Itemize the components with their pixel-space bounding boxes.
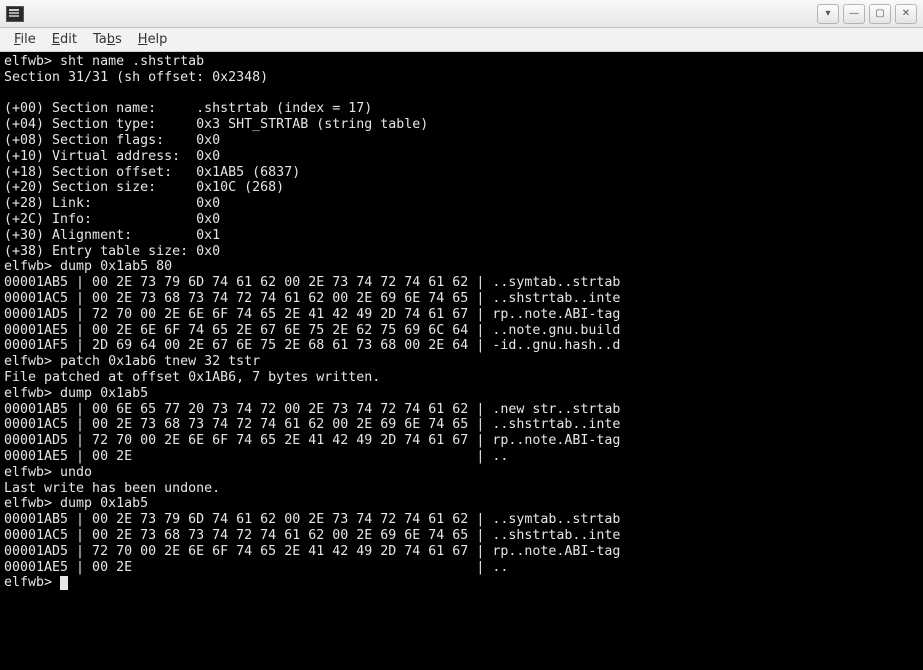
terminal-line: (+38) Entry table size: 0x0 bbox=[4, 244, 220, 259]
terminal-line: 00001AE5 | 00 2E | .. bbox=[4, 449, 508, 464]
terminal-line: 00001AE5 | 00 2E 6E 6F 74 65 2E 67 6E 75… bbox=[4, 323, 620, 338]
terminal-line: (+18) Section offset: 0x1AB5 (6837) bbox=[4, 165, 300, 180]
menu-help[interactable]: Help bbox=[130, 30, 176, 49]
menubar: File Edit Tabs Help bbox=[0, 28, 923, 52]
terminal-line: (+08) Section flags: 0x0 bbox=[4, 133, 220, 148]
terminal-line: 00001AC5 | 00 2E 73 68 73 74 72 74 61 62… bbox=[4, 291, 620, 306]
menu-tabs-underline: b bbox=[107, 32, 115, 47]
window-titlebar[interactable]: ▾ — ▢ ✕ bbox=[0, 0, 923, 28]
terminal-line: elfwb> sht name .shstrtab bbox=[4, 54, 204, 69]
terminal-line: 00001AB5 | 00 2E 73 79 6D 74 61 62 00 2E… bbox=[4, 512, 620, 527]
terminal-line: (+04) Section type: 0x3 SHT_STRTAB (stri… bbox=[4, 117, 428, 132]
terminal-output[interactable]: elfwb> sht name .shstrtab Section 31/31 … bbox=[0, 52, 923, 670]
window-maximize-button[interactable]: ▢ bbox=[869, 4, 891, 24]
terminal-line: 00001AC5 | 00 2E 73 68 73 74 72 74 61 62… bbox=[4, 417, 620, 432]
terminal-line: (+10) Virtual address: 0x0 bbox=[4, 149, 220, 164]
window-dropdown-button[interactable]: ▾ bbox=[817, 4, 839, 24]
terminal-line: (+20) Section size: 0x10C (268) bbox=[4, 180, 284, 195]
terminal-line: 00001AB5 | 00 6E 65 77 20 73 74 72 00 2E… bbox=[4, 402, 620, 417]
window-minimize-button[interactable]: — bbox=[843, 4, 865, 24]
terminal-line: 00001AE5 | 00 2E | .. bbox=[4, 560, 508, 575]
window-controls: ▾ — ▢ ✕ bbox=[817, 4, 917, 24]
terminal-line: 00001AF5 | 2D 69 64 00 2E 67 6E 75 2E 68… bbox=[4, 338, 620, 353]
terminal-line: elfwb> bbox=[4, 575, 60, 590]
terminal-line: 00001AB5 | 00 2E 73 79 6D 74 61 62 00 2E… bbox=[4, 275, 620, 290]
terminal-line: elfwb> undo bbox=[4, 465, 92, 480]
menu-edit[interactable]: Edit bbox=[44, 30, 85, 49]
terminal-line: (+30) Alignment: 0x1 bbox=[4, 228, 220, 243]
terminal-line: elfwb> dump 0x1ab5 bbox=[4, 386, 148, 401]
menu-tabs-pre: Ta bbox=[93, 32, 107, 47]
terminal-line: (+00) Section name: .shstrtab (index = 1… bbox=[4, 101, 372, 116]
terminal-line: 00001AD5 | 72 70 00 2E 6E 6F 74 65 2E 41… bbox=[4, 544, 620, 559]
terminal-line: 00001AD5 | 72 70 00 2E 6E 6F 74 65 2E 41… bbox=[4, 307, 620, 322]
terminal-line: 00001AC5 | 00 2E 73 68 73 74 72 74 61 62… bbox=[4, 528, 620, 543]
terminal-icon bbox=[6, 6, 24, 22]
terminal-line: (+28) Link: 0x0 bbox=[4, 196, 220, 211]
menu-edit-rest: dit bbox=[60, 32, 77, 47]
terminal-line: elfwb> dump 0x1ab5 80 bbox=[4, 259, 172, 274]
terminal-line: Section 31/31 (sh offset: 0x2348) bbox=[4, 70, 268, 85]
window-close-button[interactable]: ✕ bbox=[895, 4, 917, 24]
terminal-cursor bbox=[60, 576, 68, 590]
terminal-line: File patched at offset 0x1AB6, 7 bytes w… bbox=[4, 370, 380, 385]
menu-help-rest: elp bbox=[148, 32, 168, 47]
menu-edit-underline: E bbox=[52, 32, 60, 47]
terminal-line: elfwb> patch 0x1ab6 tnew 32 tstr bbox=[4, 354, 260, 369]
menu-file[interactable]: File bbox=[6, 30, 44, 49]
terminal-line: elfwb> dump 0x1ab5 bbox=[4, 496, 148, 511]
terminal-line: (+2C) Info: 0x0 bbox=[4, 212, 220, 227]
menu-tabs-rest: s bbox=[115, 32, 122, 47]
terminal-line: 00001AD5 | 72 70 00 2E 6E 6F 74 65 2E 41… bbox=[4, 433, 620, 448]
terminal-line: Last write has been undone. bbox=[4, 481, 220, 496]
menu-file-rest: ile bbox=[21, 32, 36, 47]
menu-tabs[interactable]: Tabs bbox=[85, 30, 130, 49]
menu-help-underline: H bbox=[138, 32, 148, 47]
